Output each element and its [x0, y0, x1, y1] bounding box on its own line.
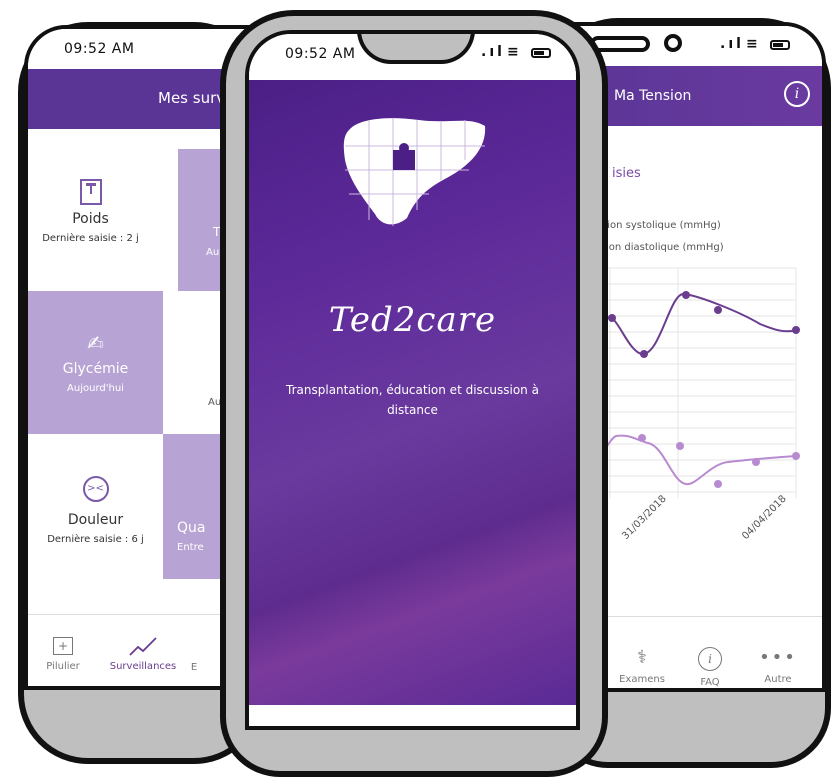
tab-pilulier[interactable]: + Pilulier	[42, 637, 84, 672]
info-icon[interactable]: i	[784, 81, 810, 107]
tab-autre[interactable]: ••• Autre	[758, 647, 798, 685]
header-title: Ma Tension	[614, 88, 692, 104]
data-point	[638, 434, 646, 442]
section-label: isies	[612, 166, 641, 181]
info-icon: i	[698, 647, 722, 671]
tagline: Transplantation, éducation et discussion…	[286, 383, 539, 417]
more-icon: •••	[759, 647, 797, 668]
wifi-icon: ≡	[507, 44, 522, 60]
status-time: 09:52 AM	[285, 46, 356, 62]
data-point	[752, 458, 760, 466]
data-point	[714, 480, 722, 488]
signal-icon: .ıl	[720, 36, 744, 52]
data-point	[792, 326, 800, 334]
wifi-icon: ≡	[746, 36, 761, 52]
legend-systolic: sion systolique (mmHg)	[602, 220, 721, 231]
tile-sub: Aujourd'hui	[67, 383, 124, 394]
data-point	[714, 306, 722, 314]
app-name: Ted2care	[328, 300, 497, 340]
header-bar: Mes surv	[28, 69, 250, 129]
tile-label: Douleur	[67, 512, 124, 528]
tab-label: E	[190, 662, 198, 673]
tile-label: Glycémie	[62, 361, 129, 377]
status-time: 09:52 AM	[64, 41, 135, 57]
tab-label: Examens	[619, 674, 665, 685]
pill-box-icon: +	[53, 637, 73, 655]
camera-icon	[664, 34, 682, 52]
data-point	[682, 291, 690, 299]
tile-sub: Entre	[177, 542, 204, 553]
tile-label: Qua	[177, 520, 206, 536]
data-point	[676, 442, 684, 450]
systolic-line	[589, 293, 797, 356]
sad-face-icon: ><	[82, 476, 109, 502]
data-point	[792, 452, 800, 460]
tab-label: FAQ	[700, 677, 720, 688]
liver-puzzle-icon	[343, 118, 486, 226]
tab-bar: + Pilulier Surveillances E	[28, 614, 250, 686]
status-bar: 09:52 AM	[28, 29, 250, 69]
tile-glycemie[interactable]: ✍ Glycémie Aujourd'hui	[28, 291, 163, 434]
tab-label: Surveillances	[109, 661, 177, 672]
trend-icon	[129, 637, 157, 656]
tab-examens[interactable]: ⚕ Examens	[612, 647, 672, 685]
battery-icon	[531, 48, 551, 58]
tab-faq[interactable]: i FAQ	[690, 647, 730, 688]
legend-diastolic: ion diastolique (mmHg)	[606, 242, 724, 253]
stethoscope-icon: ⚕	[637, 647, 647, 668]
splash-screen: Ted2care Transplantation, éducation et d…	[249, 80, 576, 705]
center-phone-screen: 09:52 AM .ıl ≡ Ted2care Transplantation,…	[245, 30, 580, 730]
tile-poids[interactable]: Poids Dernière saisie : 2 j	[28, 149, 153, 291]
tab-label: Autre	[764, 674, 792, 685]
tile-sub: Au	[206, 247, 220, 258]
tile-label: Poids	[72, 211, 109, 227]
scale-icon	[79, 179, 102, 205]
header-title: Mes surv	[158, 89, 226, 107]
tab-surveillances[interactable]: Surveillances	[98, 635, 188, 672]
tile-sub: Dernière saisie : 2 j	[42, 233, 139, 244]
data-point	[608, 314, 616, 322]
status-bar: 09:52 AM .ıl ≡	[249, 34, 576, 74]
chart-grid	[590, 267, 797, 498]
tab-label: Pilulier	[46, 661, 80, 672]
glucose-icon: ✍	[87, 331, 104, 355]
tile-sub: Dernière saisie : 6 j	[47, 534, 144, 545]
tab-partial[interactable]: E	[188, 662, 200, 673]
tile-douleur[interactable]: >< Douleur Dernière saisie : 6 j	[28, 434, 163, 579]
battery-icon	[770, 40, 790, 50]
diastolic-points	[638, 434, 800, 488]
notch	[357, 34, 475, 64]
data-point	[640, 350, 648, 358]
signal-icon: .ıl	[481, 44, 505, 60]
